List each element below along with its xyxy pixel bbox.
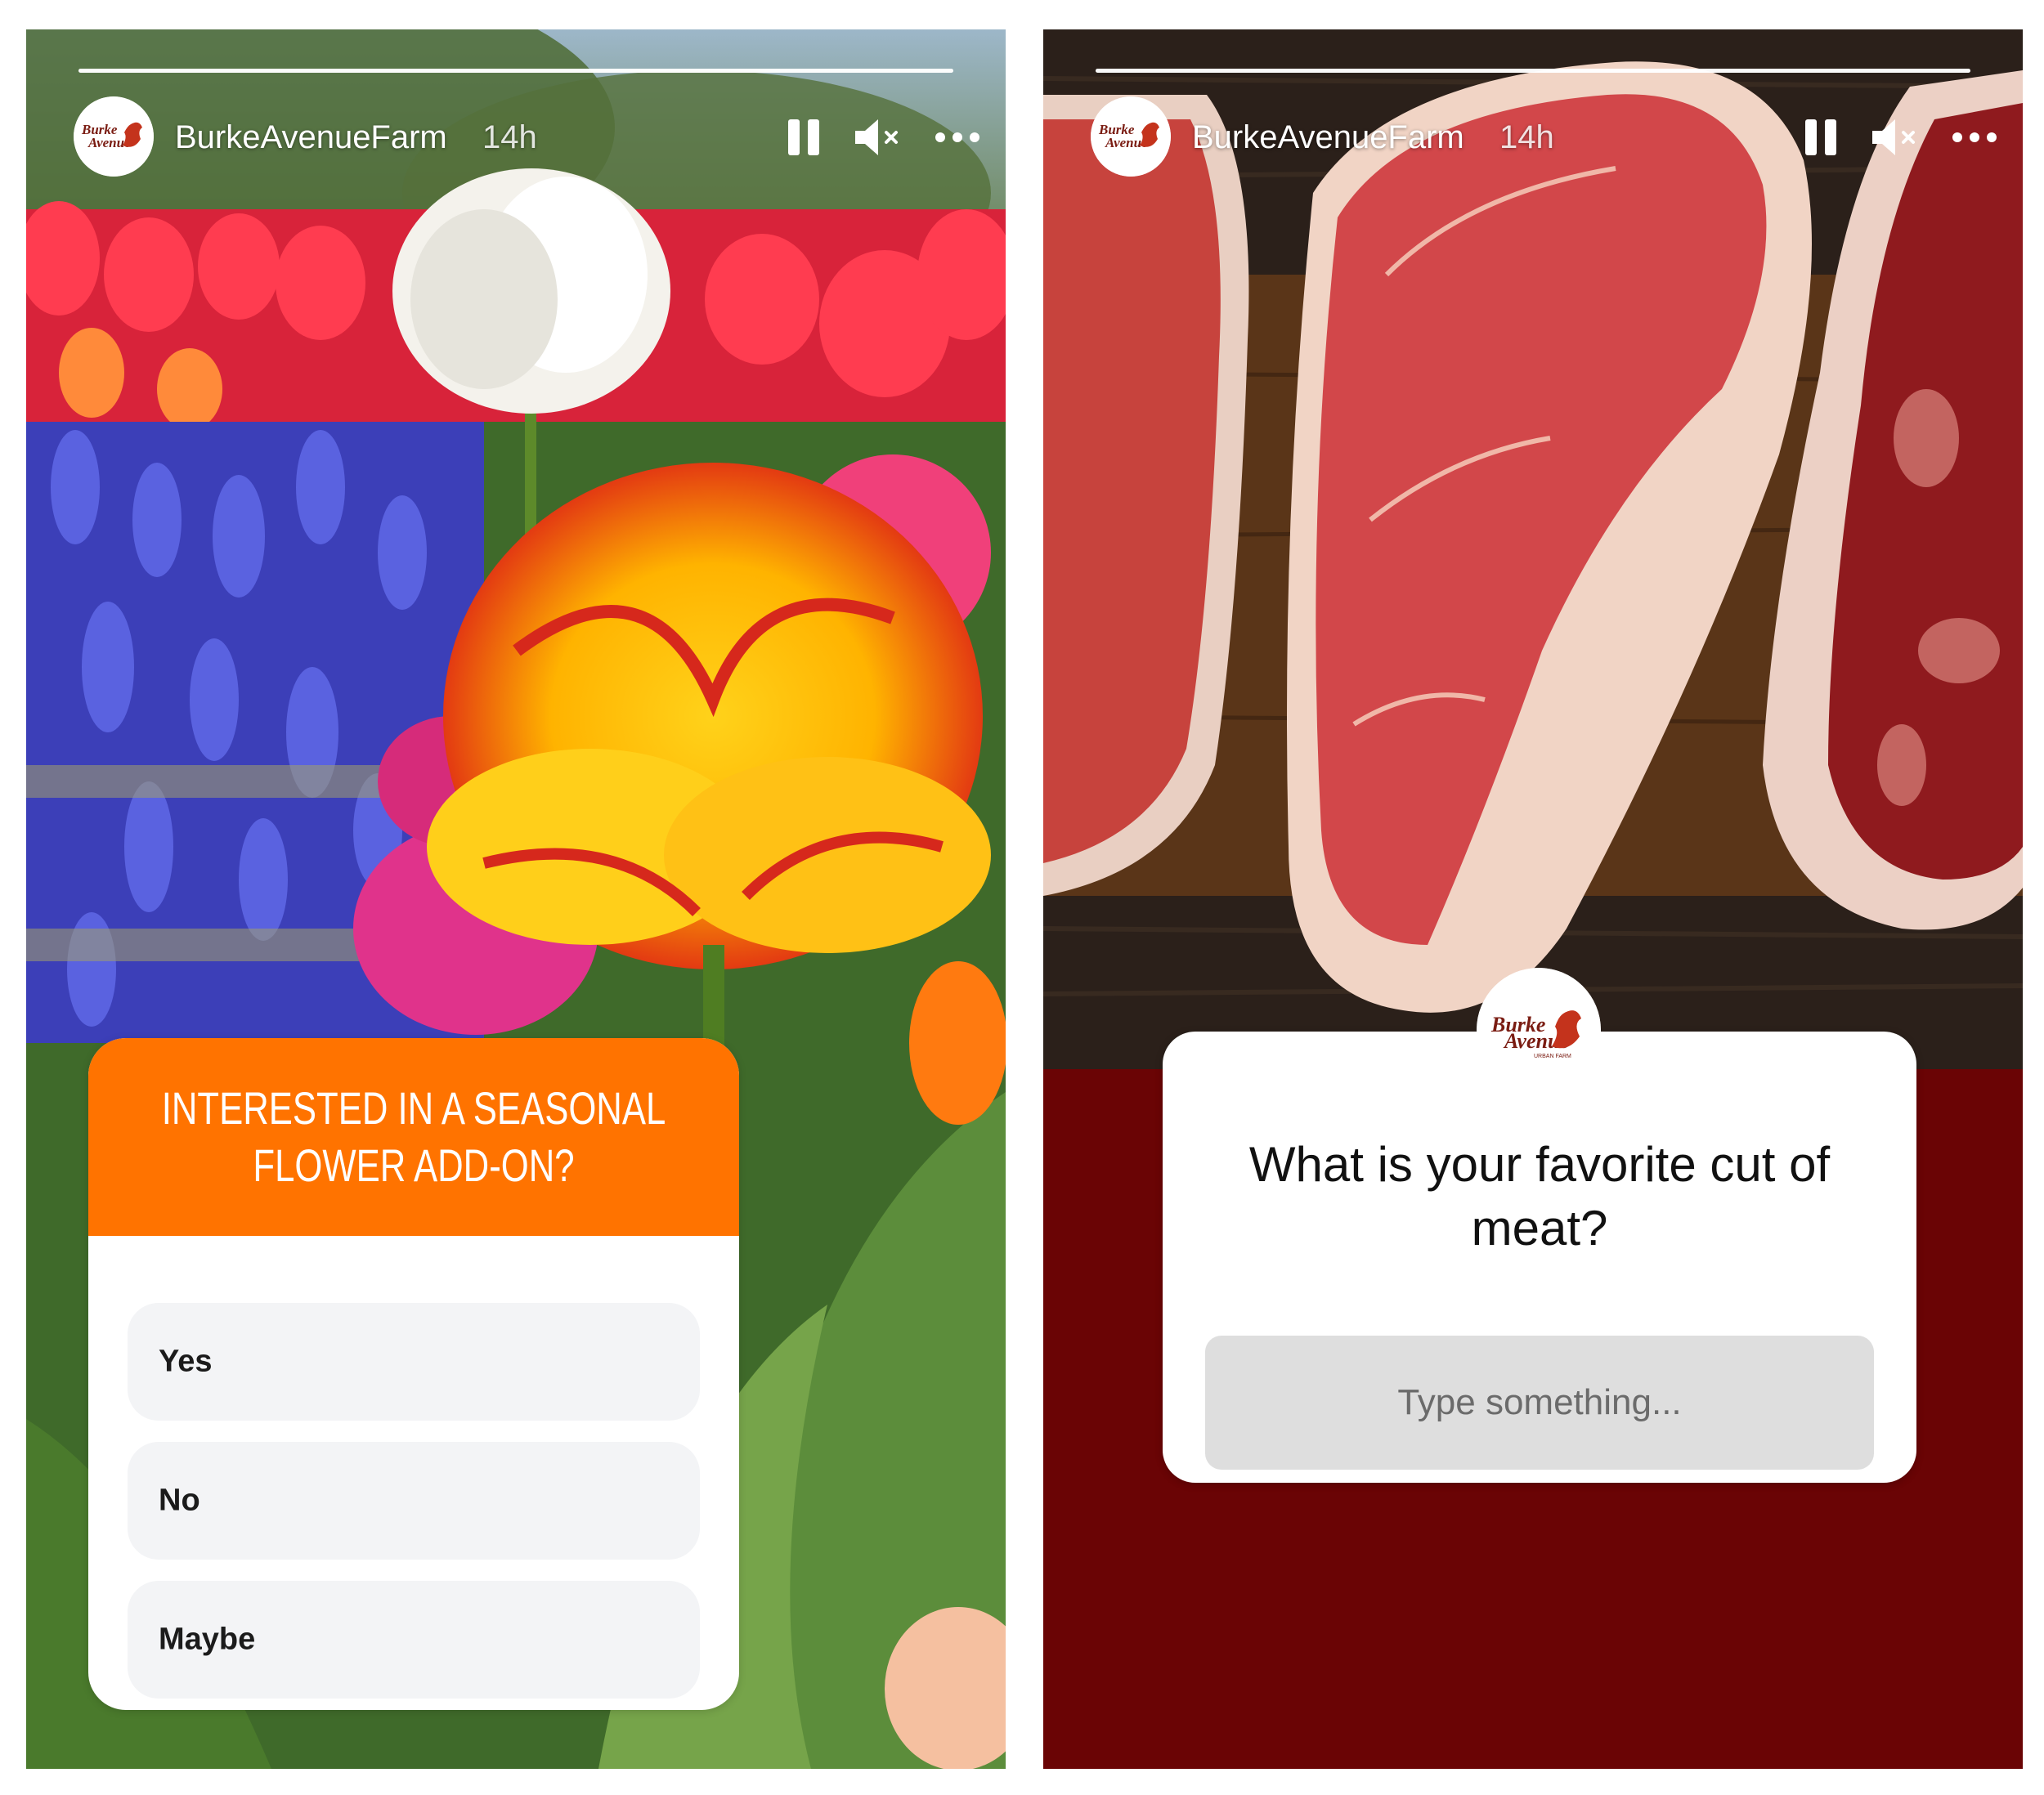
volume-muted-icon <box>855 119 898 155</box>
pause-button[interactable] <box>777 111 834 163</box>
poll-question: INTERESTED IN A SEASONAL FLOWER ADD-ON? <box>161 1082 666 1191</box>
poll-sticker: INTERESTED IN A SEASONAL FLOWER ADD-ON? … <box>88 1038 739 1710</box>
question-text: What is your favorite cut of meat? <box>1248 1137 1831 1256</box>
more-options-button[interactable] <box>929 111 986 163</box>
poll-option-yes[interactable]: Yes <box>128 1303 700 1421</box>
story-progress-fill <box>1096 69 1970 73</box>
mute-button[interactable] <box>1867 111 1925 163</box>
story-flower-poll[interactable]: Burke Avenue BurkeAvenueFarm 14h INTERES… <box>26 29 1006 1769</box>
pause-icon <box>788 119 819 155</box>
pause-icon <box>1805 119 1836 155</box>
poll-option-label: Yes <box>159 1344 213 1379</box>
more-options-button[interactable] <box>1946 111 2003 163</box>
pause-button[interactable] <box>1794 111 1851 163</box>
post-time: 14h <box>1499 119 1554 155</box>
volume-muted-icon <box>1872 119 1915 155</box>
poll-option-no[interactable]: No <box>128 1442 700 1560</box>
answer-input[interactable] <box>1205 1336 1874 1470</box>
story-progress-bar <box>1096 69 1970 73</box>
question-avatar: Burke Avenue URBAN FARM <box>1477 968 1601 1092</box>
story-header: Burke Avenue BurkeAvenueFarm 14h <box>74 96 979 178</box>
story-question[interactable]: Burke Avenue BurkeAvenueFarm 14h What is… <box>1043 29 2023 1769</box>
story-progress-bar <box>78 69 953 73</box>
poll-header: INTERESTED IN A SEASONAL FLOWER ADD-ON? <box>88 1038 739 1236</box>
logo-subtext: URBAN FARM <box>1534 1054 1571 1059</box>
avatar[interactable]: Burke Avenue <box>1091 96 1171 177</box>
mute-button[interactable] <box>850 111 908 163</box>
avatar[interactable]: Burke Avenue <box>74 96 154 177</box>
poll-option-label: No <box>159 1483 200 1518</box>
account-username[interactable]: BurkeAvenueFarm <box>175 119 447 156</box>
story-header: Burke Avenue BurkeAvenueFarm 14h <box>1091 96 1997 178</box>
more-horizontal-icon <box>1952 132 1997 142</box>
story-progress-fill <box>78 69 953 73</box>
poll-option-maybe[interactable]: Maybe <box>128 1581 700 1699</box>
more-horizontal-icon <box>935 132 979 142</box>
question-sticker: What is your favorite cut of meat? <box>1163 1032 1916 1483</box>
account-username[interactable]: BurkeAvenueFarm <box>1192 119 1464 156</box>
poll-option-label: Maybe <box>159 1622 256 1657</box>
post-time: 14h <box>482 119 537 155</box>
